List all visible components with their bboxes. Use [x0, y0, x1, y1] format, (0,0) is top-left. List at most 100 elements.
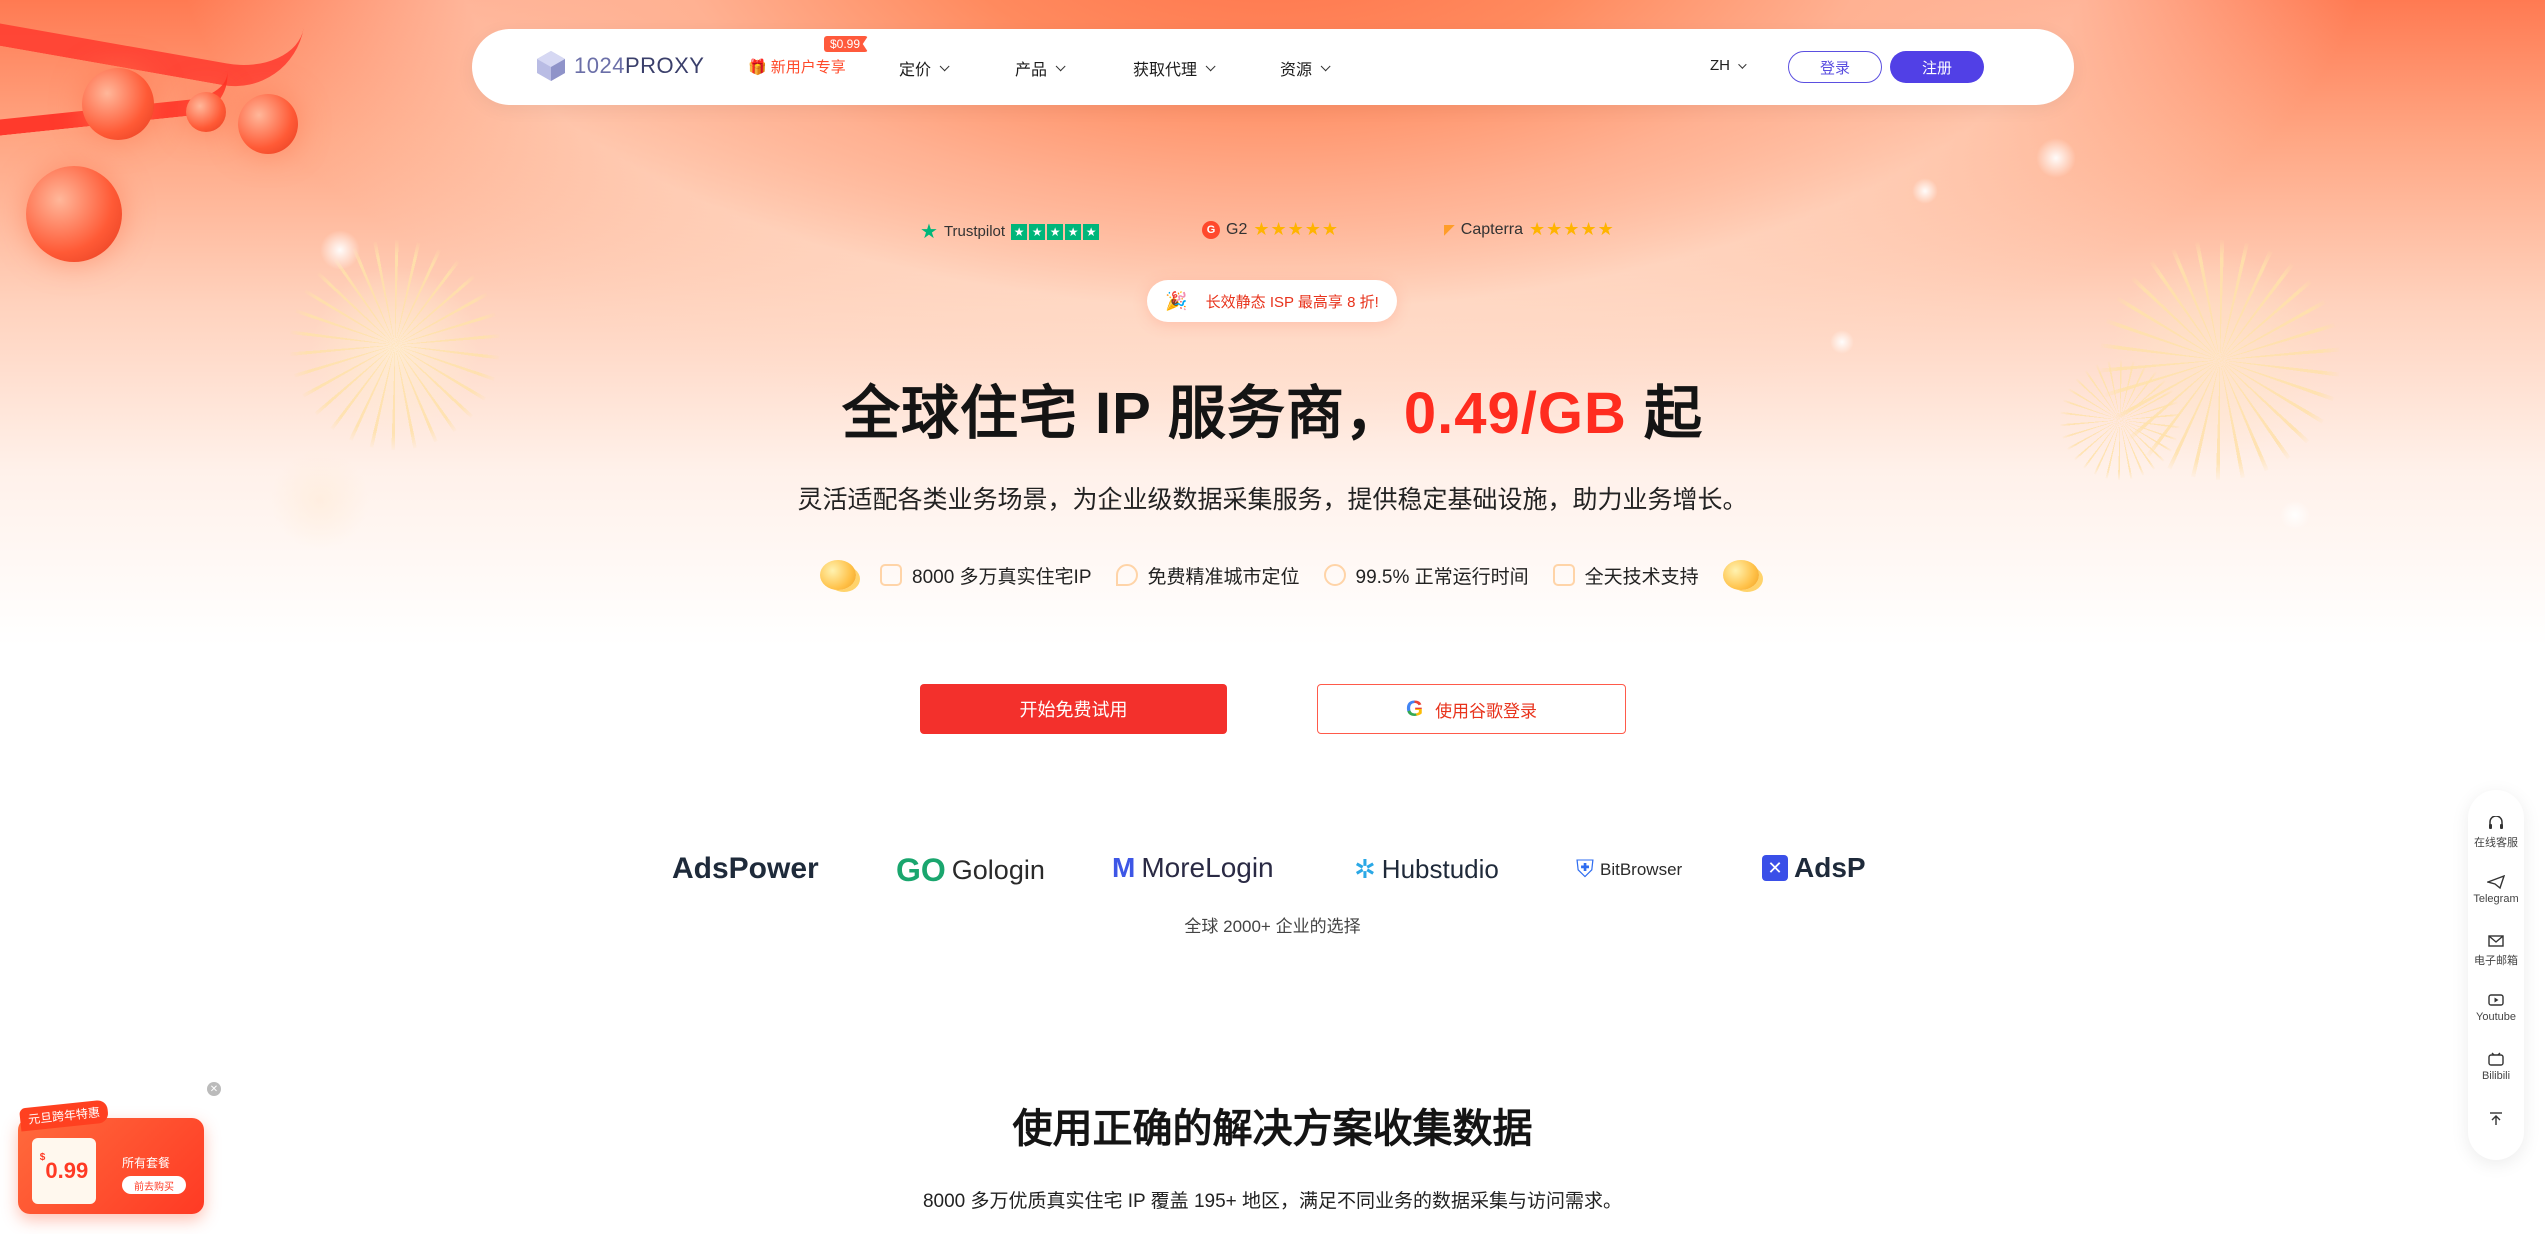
sidebar-label: Youtube — [2476, 1011, 2516, 1023]
price-badge: $0.99 — [824, 36, 869, 52]
promo-card-price: $0.99 — [32, 1138, 96, 1204]
star-icon: ★ — [1065, 223, 1082, 240]
coin-decoration — [820, 560, 856, 590]
sidebar-item-email[interactable]: 电子邮箱 — [2468, 934, 2524, 968]
partner-name: AdsP — [1794, 852, 1866, 883]
feature-label: 8000 多万真实住宅IP — [912, 566, 1092, 588]
headline-prefix: 全球住宅 IP 服务商， — [841, 381, 1404, 446]
nav-products[interactable]: 产品 — [1015, 56, 1066, 80]
nav-resources[interactable]: 资源 — [1280, 56, 1331, 80]
g2-stars: ★★★★★ — [1253, 219, 1340, 239]
headline-suffix: 起 — [1626, 381, 1704, 446]
isp-promo-label: 长效静态 ISP 最高享 8 折! — [1205, 293, 1379, 311]
feature-list: 8000 多万真实住宅IP 免费精准城市定位 99.5% 正常运行时间 全天技术… — [820, 560, 1759, 590]
clock-icon — [1323, 564, 1346, 586]
partner-logo-adspower: AdsPower — [672, 852, 819, 886]
logo-text: 1024PROXY — [574, 53, 705, 78]
hero-headline: 全球住宅 IP 服务商，0.49/GB 起 — [0, 366, 2545, 450]
register-button[interactable]: 注册 — [1890, 51, 1984, 83]
promo-price-value: 0.99 — [45, 1158, 89, 1183]
partner-name: AdsPower — [672, 852, 819, 885]
star-icon: ★ — [1011, 223, 1028, 240]
google-login-button[interactable]: G 使用谷歌登录 — [1317, 684, 1626, 734]
adsp-mark-icon: ✕ — [1762, 855, 1788, 881]
partner-logo-adsp: ✕ AdsP — [1762, 852, 1866, 884]
chevron-down-icon — [939, 60, 950, 71]
headline-price: 0.49/GB — [1403, 381, 1627, 446]
partner-logo-gologin: GO Gologin — [896, 852, 1045, 889]
capterra-logo-icon: ◤ — [1444, 221, 1455, 237]
promo-buy-button[interactable]: 前去购买 — [122, 1176, 186, 1194]
feature-item: 8000 多万真实住宅IP — [880, 562, 1092, 589]
sidebar-label: Bilibili — [2481, 1070, 2511, 1082]
star-icon: ★ — [1083, 223, 1100, 240]
partner-logo-hubstudio: ✲ Hubstudio — [1354, 854, 1499, 885]
capterra-label: Capterra — [1460, 220, 1524, 238]
telegram-icon — [2487, 875, 2505, 889]
nav-get-proxy[interactable]: 获取代理 — [1133, 56, 1216, 80]
hero-subtitle: 灵活适配各类业务场景，为企业级数据采集服务，提供稳定基础设施，助力业务增长。 — [797, 486, 1748, 514]
section-subtitle: 8000 多万优质真实住宅 IP 覆盖 195+ 地区，满足不同业务的数据采集与… — [922, 1191, 1623, 1212]
bitbrowser-shield-icon: ⛨ — [1576, 856, 1594, 883]
trustpilot-rating[interactable]: ★ Trustpilot ★ ★ ★ ★ ★ — [920, 219, 1100, 244]
nav-pricing-label: 定价 — [899, 62, 932, 79]
phone-icon — [1552, 564, 1575, 586]
sidebar-label: 在线客服 — [2474, 837, 2518, 849]
nav-pricing[interactable]: 定价 — [899, 56, 950, 80]
new-user-promo-label: 新用户专享 — [770, 59, 846, 76]
partners-caption: 全球 2000+ 企业的选择 — [1184, 917, 1361, 936]
partner-logo-bitbrowser: ⛨ BitBrowser — [1576, 856, 1682, 884]
section-title: 使用正确的解决方案收集数据 — [1012, 1107, 1533, 1151]
g2-label: G2 — [1226, 220, 1248, 238]
feature-item: 99.5% 正常运行时间 — [1323, 562, 1529, 589]
bilibili-icon — [2488, 1052, 2504, 1066]
back-to-top-button[interactable] — [2468, 1112, 2524, 1126]
start-free-trial-button[interactable]: 开始免费试用 — [920, 684, 1227, 734]
chevron-down-icon — [1738, 59, 1747, 69]
chevron-down-icon — [1205, 60, 1216, 71]
sidebar-item-telegram[interactable]: Telegram — [2468, 875, 2524, 905]
sidebar-label: Telegram — [2473, 893, 2519, 905]
feature-label: 99.5% 正常运行时间 — [1355, 566, 1529, 588]
capterra-rating[interactable]: ◤ Capterra ★★★★★ — [1444, 219, 1615, 240]
login-button[interactable]: 登录 — [1788, 51, 1882, 83]
language-label: ZH — [1710, 57, 1730, 74]
sidebar-item-bilibili[interactable]: Bilibili — [2468, 1052, 2524, 1082]
logo[interactable]: 1024PROXY — [534, 49, 704, 83]
sidebar-item-live-chat[interactable]: 在线客服 — [2468, 816, 2524, 850]
chevron-down-icon — [1055, 60, 1066, 71]
nav-get-proxy-label: 获取代理 — [1133, 62, 1198, 79]
feature-item: 全天技术支持 — [1552, 562, 1699, 589]
g2-logo-icon: G — [1202, 220, 1220, 239]
feature-label: 免费精准城市定位 — [1147, 566, 1300, 588]
cube-logo-icon — [537, 51, 565, 81]
language-selector[interactable]: ZH — [1710, 57, 1747, 74]
hubstudio-mark-icon: ✲ — [1354, 854, 1376, 884]
trustpilot-star-icon: ★ — [920, 221, 938, 243]
trustpilot-label: Trustpilot — [943, 223, 1006, 240]
gologin-mark-icon: GO — [896, 852, 946, 888]
coin-decoration — [1722, 560, 1759, 590]
headset-icon — [2489, 816, 2503, 829]
sidebar-item-youtube[interactable]: Youtube — [2468, 993, 2524, 1023]
g2-rating[interactable]: G G2 ★★★★★ — [1202, 219, 1339, 240]
close-icon[interactable]: ✕ — [207, 1082, 221, 1096]
star-icon: ★ — [1029, 223, 1046, 240]
trustpilot-stars: ★ ★ ★ ★ ★ — [1011, 223, 1100, 240]
gift-icon: 🎁 — [748, 58, 767, 76]
google-icon: G — [1405, 696, 1424, 721]
new-year-promo-card[interactable]: 元旦跨年特惠 $0.99 所有套餐 前去购买 — [18, 1099, 206, 1218]
google-login-label: 使用谷歌登录 — [1435, 701, 1538, 721]
back-to-top-icon — [2490, 1112, 2502, 1125]
nav-resources-label: 资源 — [1280, 62, 1313, 79]
nav-products-label: 产品 — [1015, 62, 1048, 79]
feature-item: 免费精准城市定位 — [1115, 562, 1300, 589]
isp-promo-pill[interactable]: 🎉 长效静态 ISP 最高享 8 折! — [1147, 280, 1397, 322]
chevron-down-icon — [1320, 60, 1331, 71]
partner-name: Hubstudio — [1381, 854, 1499, 884]
new-user-promo-link[interactable]: 🎁 新用户专享 — [748, 56, 846, 77]
contact-sidebar: 在线客服 Telegram 电子邮箱 Youtube Bilibili — [2468, 790, 2524, 1160]
partner-logo-morelogin: M MoreLogin — [1112, 852, 1274, 884]
partner-name: BitBrowser — [1600, 860, 1683, 879]
youtube-icon — [2488, 994, 2504, 1006]
